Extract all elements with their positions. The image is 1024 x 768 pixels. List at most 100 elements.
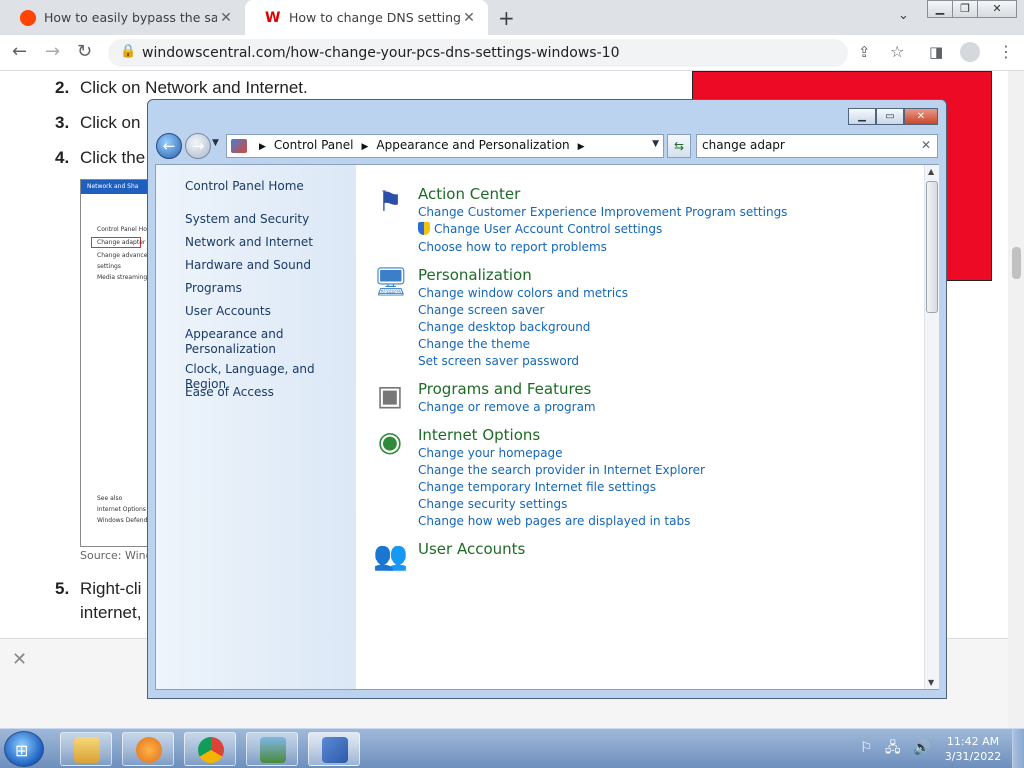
clear-search-icon[interactable]: ✕ xyxy=(921,138,931,152)
control-panel-window: ▁ ▭ ✕ ← → ▼ ▶ Control Panel ▶ Appearance an… xyxy=(147,99,947,699)
section-user-accounts[interactable]: User Accounts xyxy=(418,540,525,558)
step-4: 4. Click the xyxy=(55,148,146,167)
maximize-button[interactable]: ▭ xyxy=(876,108,904,125)
scroll-down-arrow-icon[interactable]: ▼ xyxy=(928,678,934,687)
reload-icon[interactable]: ↻ xyxy=(77,41,92,62)
breadcrumb-appearance[interactable]: Appearance and Personalization xyxy=(376,138,569,152)
breadcrumb-separator-icon[interactable]: ▶ xyxy=(362,142,369,152)
folder-icon xyxy=(74,737,100,763)
taskbar-media-player[interactable] xyxy=(122,732,174,766)
address-bar[interactable]: 🔒 windowscentral.com/how-change-your-pcs… xyxy=(108,39,848,67)
task-link[interactable]: Choose how to report problems xyxy=(418,240,607,254)
back-arrow-icon[interactable]: ← xyxy=(12,41,27,62)
minimize-browser-button[interactable]: ▁ xyxy=(927,0,953,18)
scroll-up-arrow-icon[interactable]: ▲ xyxy=(928,167,934,176)
minimize-button[interactable]: ▁ xyxy=(848,108,876,125)
nav-network-and-internet[interactable]: Network and Internet xyxy=(185,235,350,250)
control-panel-icon xyxy=(231,139,247,153)
new-tab-icon[interactable]: + xyxy=(498,6,515,30)
section-personalization[interactable]: Personalization xyxy=(418,266,532,284)
address-breadcrumb-bar[interactable]: ▶ Control Panel ▶ Appearance and Personaliz… xyxy=(226,134,664,158)
start-button[interactable]: ⊞ xyxy=(4,731,44,767)
nav-control-panel-home[interactable]: Control Panel Home xyxy=(185,179,350,194)
taskbar-photo-viewer[interactable] xyxy=(246,732,298,766)
tab-change-dns[interactable]: W How to change DNS settings on ✕ xyxy=(245,0,488,35)
close-ad-icon[interactable]: ✕ xyxy=(12,649,27,670)
task-link[interactable]: Set screen saver password xyxy=(418,354,579,368)
task-link[interactable]: Change window colors and metrics xyxy=(418,286,628,300)
close-tab-icon[interactable]: ✕ xyxy=(217,10,235,26)
breadcrumb-control-panel[interactable]: Control Panel xyxy=(274,138,354,152)
action-center-flag-icon[interactable]: ⚐ xyxy=(860,740,873,756)
taskbar-explorer[interactable] xyxy=(60,732,112,766)
taskbar-chrome[interactable] xyxy=(184,732,236,766)
shield-icon xyxy=(418,222,430,235)
bookmark-star-icon[interactable]: ☆ xyxy=(890,42,904,61)
task-link[interactable]: Change Customer Experience Improvement P… xyxy=(418,205,787,219)
section-action-center[interactable]: Action Center xyxy=(418,185,520,203)
close-tab-icon[interactable]: ✕ xyxy=(460,10,478,26)
forward-button[interactable]: → xyxy=(185,133,211,159)
back-button[interactable]: ← xyxy=(156,133,182,159)
chrome-icon xyxy=(198,737,224,763)
article-screenshot-thumbnail: Network and Sha Control Panel Ho Change … xyxy=(80,179,152,547)
nav-system-and-security[interactable]: System and Security xyxy=(185,212,350,227)
network-icon[interactable]: 🖧 xyxy=(885,740,901,756)
task-link[interactable]: Change the search provider in Internet E… xyxy=(418,463,705,477)
window-caption-buttons: ▁ ▭ ✕ xyxy=(848,108,938,125)
task-link[interactable]: Change screen saver xyxy=(418,303,545,317)
nav-appearance-and-personalization[interactable]: Appearance and Personalization xyxy=(185,327,350,357)
search-results-pane: ⚑ Action Center Change Customer Experien… xyxy=(356,165,924,689)
volume-icon[interactable]: 🔊 xyxy=(913,740,930,756)
windows-logo-icon: ⊞ xyxy=(15,741,29,760)
task-link[interactable]: Change User Account Control settings xyxy=(418,222,662,236)
taskbar-control-panel[interactable] xyxy=(308,732,360,766)
task-link[interactable]: Change desktop background xyxy=(418,320,590,334)
section-programs-and-features[interactable]: Programs and Features xyxy=(418,380,591,398)
profile-avatar-icon[interactable] xyxy=(960,42,980,62)
task-link[interactable]: Change how web pages are displayed in ta… xyxy=(418,514,690,528)
close-button[interactable]: ✕ xyxy=(904,108,938,125)
lock-icon[interactable]: 🔒 xyxy=(120,44,136,59)
results-scrollbar-thumb[interactable] xyxy=(926,181,938,313)
system-clock[interactable]: 11:42 AM 3/31/2022 xyxy=(940,734,1006,764)
tab-bypass-safesearch[interactable]: How to easily bypass the safesea ✕ xyxy=(0,0,245,35)
restore-browser-button[interactable]: ❐ xyxy=(952,0,978,18)
windows-taskbar: ⊞ ⚐ 🖧 🔊 11:42 AM 3/31/2022 xyxy=(0,728,1024,768)
nav-user-accounts[interactable]: User Accounts xyxy=(185,304,350,319)
chevron-down-icon[interactable]: ⌄ xyxy=(898,8,909,23)
nav-ease-of-access[interactable]: Ease of Access xyxy=(185,385,350,400)
page-scrollbar[interactable] xyxy=(1008,71,1024,728)
task-link[interactable]: Change security settings xyxy=(418,497,567,511)
breadcrumb-separator-icon[interactable]: ▶ xyxy=(259,142,266,152)
browser-toolbar: ← → ↻ 🔒 windowscentral.com/how-change-yo… xyxy=(0,35,1024,71)
task-link[interactable]: Change the theme xyxy=(418,337,530,351)
search-box[interactable]: ✕ xyxy=(696,134,938,158)
show-desktop-button[interactable] xyxy=(1012,729,1024,768)
step-5: 5. Right-cli xyxy=(55,579,142,598)
breadcrumb-separator-icon[interactable]: ▶ xyxy=(578,142,585,152)
refresh-button[interactable]: ⇆ xyxy=(667,134,691,158)
page-scrollbar-thumb[interactable] xyxy=(1012,247,1021,279)
side-panel-icon[interactable]: ◨ xyxy=(929,43,943,61)
menu-kebab-icon[interactable]: ⋮ xyxy=(998,42,1014,61)
close-browser-button[interactable]: ✕ xyxy=(977,0,1017,18)
section-internet-options[interactable]: Internet Options xyxy=(418,426,540,444)
search-input[interactable] xyxy=(702,138,917,152)
results-scrollbar[interactable]: ▲ ▼ xyxy=(924,165,939,689)
recent-pages-dropdown-icon[interactable]: ▼ xyxy=(212,138,219,148)
clock-date: 3/31/2022 xyxy=(944,750,1002,763)
system-tray: ⚐ 🖧 🔊 xyxy=(860,737,931,761)
share-icon[interactable]: ⇪ xyxy=(858,43,871,61)
nav-hardware-and-sound[interactable]: Hardware and Sound xyxy=(185,258,350,273)
photo-viewer-icon xyxy=(260,737,286,763)
forward-arrow-icon[interactable]: → xyxy=(45,41,60,62)
clock-time: 11:42 AM xyxy=(946,735,1000,748)
task-link[interactable]: Change your homepage xyxy=(418,446,563,460)
task-link[interactable]: Change temporary Internet file settings xyxy=(418,480,656,494)
nav-programs[interactable]: Programs xyxy=(185,281,350,296)
monitor-icon: 🖥 xyxy=(373,265,409,298)
task-link[interactable]: Change or remove a program xyxy=(418,400,596,414)
address-dropdown-icon[interactable]: ▼ xyxy=(652,139,659,149)
control-panel-icon xyxy=(322,737,348,763)
